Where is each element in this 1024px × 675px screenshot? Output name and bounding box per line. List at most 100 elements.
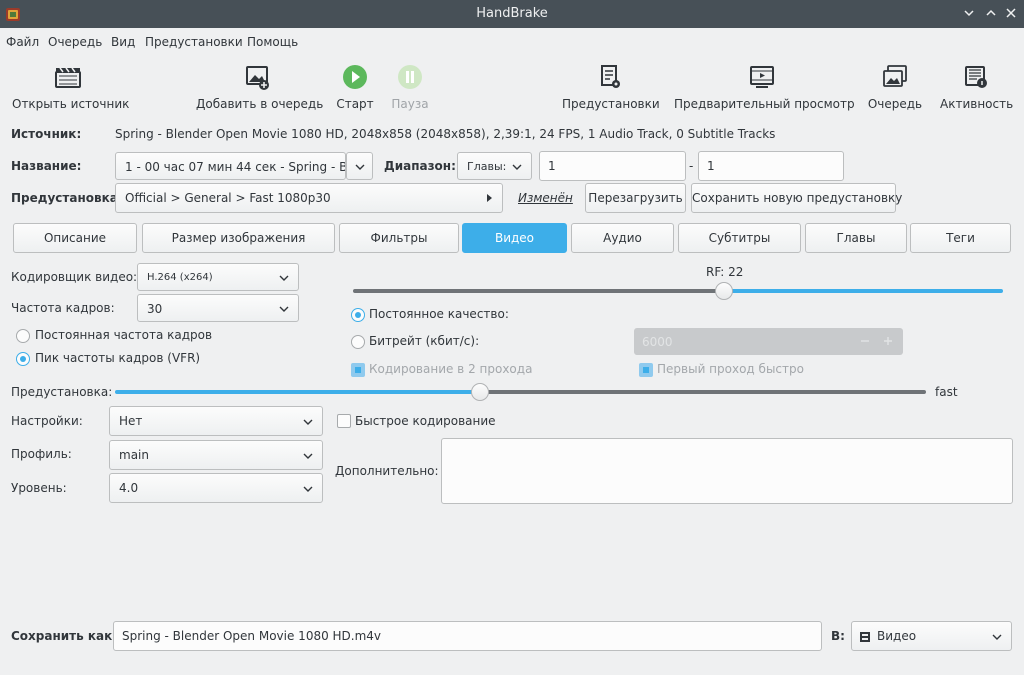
save-new-preset-button[interactable]: Сохранить новую предустановку [691,183,902,213]
source-info: Spring - Blender Open Movie 1080 HD, 204… [115,127,776,141]
range-type-value: Главы: [467,160,507,173]
bitrate-label: Битрейт (кбит/с): [369,334,480,348]
quality-slider-handle[interactable] [714,282,733,300]
start-button[interactable]: Старт [335,60,375,116]
encoder-preset-track-filled [115,390,480,394]
chevron-down-icon [355,164,364,170]
two-pass-checkbox[interactable] [351,363,365,377]
menu-presets[interactable]: Предустановки [145,35,243,49]
save-as-label: Сохранить как: [11,629,118,643]
chevron-down-icon [303,486,313,492]
tab-filters[interactable]: Фильтры [339,223,459,253]
activity-label: Активность [940,97,1014,111]
menu-view[interactable]: Вид [111,35,135,49]
framerate-select[interactable]: 30 [137,294,299,322]
tune-value: Нет [119,414,143,428]
title-select-value: 1 - 00 час 07 мин 44 сек - Spring - Bl… [125,160,345,174]
chevron-down-icon [964,10,974,17]
chevron-down-icon [512,164,522,170]
play-icon [343,65,367,89]
document-settings-icon [601,65,620,88]
bitrate-spinbox[interactable]: 6000 [634,328,903,355]
activity-button[interactable]: Активность [940,60,1014,116]
film-icon [860,632,870,642]
constant-framerate-radio[interactable] [16,329,30,343]
close-button[interactable] [1003,6,1019,22]
title-label: Название: [11,159,82,173]
plus-icon[interactable] [883,336,893,346]
add-to-queue-button[interactable]: Добавить в очередь [196,60,324,116]
title-dropdown-button[interactable] [346,152,373,180]
constant-quality-radio[interactable] [351,308,365,322]
pause-button[interactable]: Пауза [388,60,432,116]
add-to-queue-label: Добавить в очередь [196,97,324,111]
preset-label: Предустановка: [11,191,123,205]
encoder-preset-handle[interactable] [470,383,489,401]
chevron-down-icon [992,634,1002,640]
queue-button[interactable]: Очередь [864,60,926,116]
menu-help[interactable]: Помощь [247,35,298,49]
turbo-first-pass-checkbox[interactable] [639,363,653,377]
rf-value-label: RF: 22 [706,265,744,279]
peak-framerate-label: Пик частоты кадров (VFR) [35,351,201,365]
range-start-field[interactable]: 1 [539,151,686,181]
close-icon [1006,8,1016,18]
video-preview-icon [750,66,774,88]
photo-stack-icon [883,65,907,87]
window-title: HandBrake [476,6,548,21]
level-select[interactable]: 4.0 [109,473,323,503]
quality-slider-track-remaining [723,289,1003,293]
destination-label: В: [831,629,845,643]
preset-select[interactable]: Official > General > Fast 1080p30 [115,183,503,213]
preset-modified-indicator: Изменён [518,191,573,205]
chevron-down-icon [279,306,289,312]
bitrate-radio[interactable] [351,335,365,349]
encoder-preset-track-remaining [479,390,926,394]
title-select[interactable]: 1 - 00 час 07 мин 44 сек - Spring - Bl… [115,152,346,180]
tab-chapters[interactable]: Главы [805,223,907,253]
presets-button[interactable]: Предустановки [562,60,660,116]
tab-tags[interactable]: Теги [910,223,1011,253]
range-type-select[interactable]: Главы: [457,152,532,180]
tab-audio[interactable]: Аудио [571,223,674,253]
maximize-button[interactable] [983,6,999,22]
tab-dimensions[interactable]: Размер изображения [142,223,335,253]
minimize-button[interactable] [961,6,977,22]
save-as-value: Spring - Blender Open Movie 1080 HD.m4v [122,629,382,643]
chevron-down-icon [279,275,289,281]
advanced-options-textarea[interactable] [441,438,1013,504]
save-as-field[interactable]: Spring - Blender Open Movie 1080 HD.m4v [113,621,822,651]
queue-label: Очередь [867,97,923,111]
title-bar: HandBrake [0,0,1024,28]
destination-select[interactable]: Видео [851,621,1012,651]
activity-log-icon [965,66,987,88]
triangle-right-icon [487,194,492,202]
range-label: Диапазон: [384,159,456,173]
open-source-button[interactable]: Открыть источник [12,60,129,116]
tab-subtitles[interactable]: Субтитры [678,223,801,253]
profile-select[interactable]: main [109,440,323,470]
advanced-options-label: Дополнительно: [335,464,439,478]
range-end-field[interactable]: 1 [698,151,844,181]
start-label: Старт [336,97,374,111]
tune-select[interactable]: Нет [109,406,323,436]
bitrate-value: 6000 [642,335,673,349]
preset-select-value: Official > General > Fast 1080p30 [125,191,331,205]
tab-video[interactable]: Видео [462,223,567,253]
video-encoder-label: Кодировщик видео: [11,270,138,284]
video-encoder-select[interactable]: H.264 (x264) [137,263,299,291]
minus-icon[interactable] [860,336,870,346]
fast-decode-checkbox[interactable] [337,414,351,428]
source-label: Источник: [11,127,82,141]
range-separator: - [689,159,694,173]
reload-preset-button[interactable]: Перезагрузить [585,183,686,213]
constant-quality-label: Постоянное качество: [369,307,509,321]
tab-summary[interactable]: Описание [13,223,137,253]
menu-queue[interactable]: Очередь [48,35,102,49]
preview-button[interactable]: Предварительный просмотр [674,60,855,116]
peak-framerate-radio[interactable] [16,352,30,366]
menu-file[interactable]: Файл [6,35,39,49]
framerate-label: Частота кадров: [11,301,115,315]
range-start-value: 1 [548,159,556,173]
preview-label: Предварительный просмотр [674,97,855,111]
